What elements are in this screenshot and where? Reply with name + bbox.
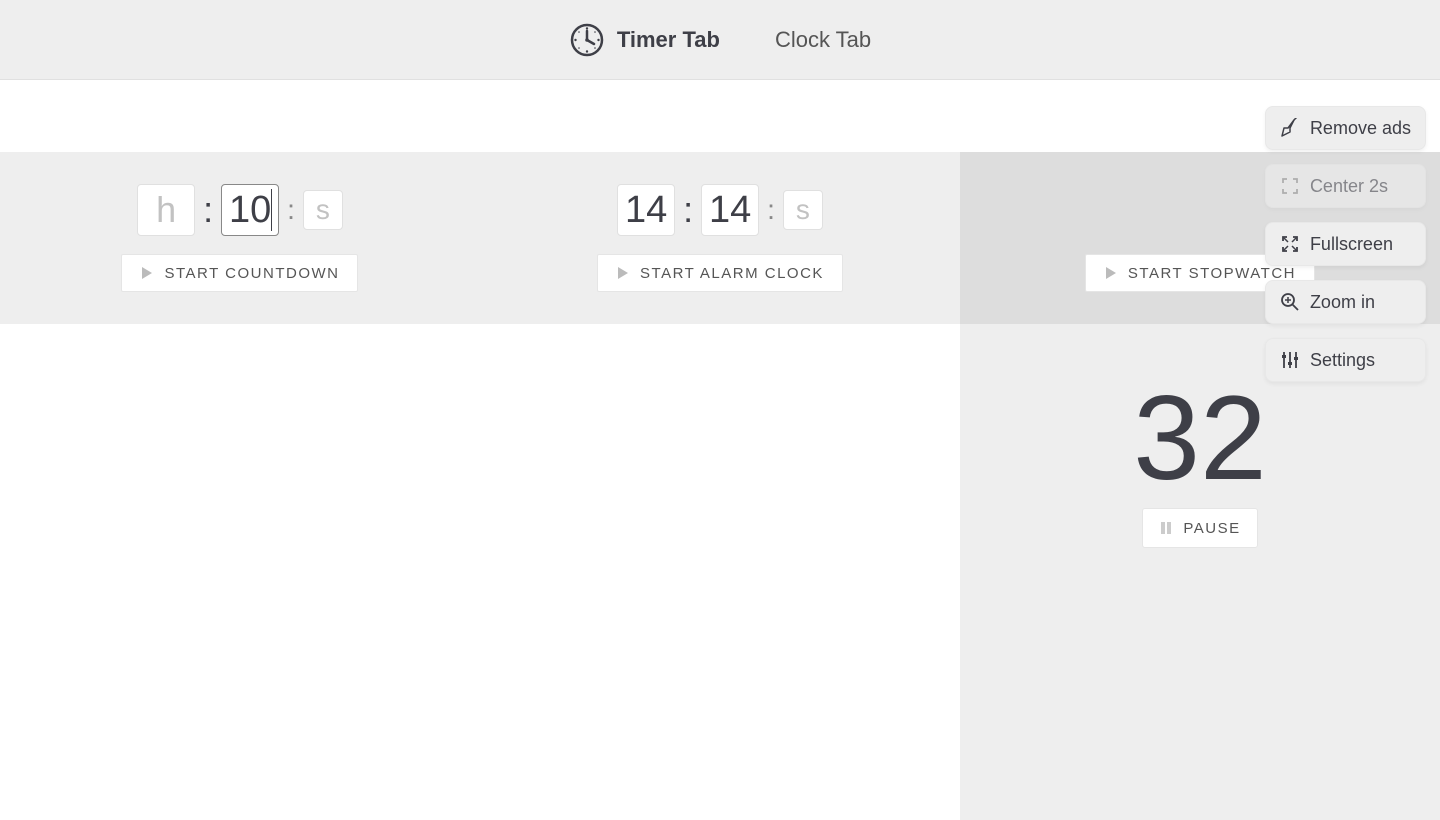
header: Timer Tab Clock Tab bbox=[0, 0, 1440, 80]
alarm-panel: 14 : 14 : s START ALARM CLOCK bbox=[480, 152, 960, 324]
tab-clock-label: Clock Tab bbox=[775, 27, 871, 53]
colon-separator: : bbox=[681, 189, 695, 231]
pause-label: PAUSE bbox=[1183, 520, 1240, 537]
zoom-button[interactable]: Zoom in bbox=[1265, 280, 1426, 324]
alarm-minutes-input[interactable]: 14 bbox=[701, 184, 759, 236]
text-cursor bbox=[271, 189, 272, 231]
fullscreen-label: Fullscreen bbox=[1310, 234, 1393, 255]
play-icon bbox=[616, 266, 630, 280]
tab-timer[interactable]: Timer Tab bbox=[569, 22, 720, 58]
alarm-hours-input[interactable]: 14 bbox=[617, 184, 675, 236]
start-countdown-label: START COUNTDOWN bbox=[164, 265, 339, 282]
colon-separator: : bbox=[765, 194, 777, 226]
pause-icon bbox=[1159, 521, 1173, 535]
center-button[interactable]: Center 2s bbox=[1265, 164, 1426, 208]
center-label: Center 2s bbox=[1310, 176, 1388, 197]
settings-button[interactable]: Settings bbox=[1265, 338, 1426, 382]
countdown-seconds-input[interactable]: s bbox=[303, 190, 343, 230]
countdown-minutes-value: 10 bbox=[229, 189, 271, 232]
fullscreen-icon bbox=[1280, 234, 1300, 254]
colon-separator: : bbox=[201, 189, 215, 231]
stopwatch-elapsed: 32 bbox=[1133, 378, 1266, 498]
start-alarm-label: START ALARM CLOCK bbox=[640, 265, 824, 282]
alarm-seconds-input[interactable]: s bbox=[783, 190, 823, 230]
clock-icon bbox=[569, 22, 605, 58]
colon-separator: : bbox=[285, 194, 297, 226]
tab-timer-label: Timer Tab bbox=[617, 27, 720, 53]
start-alarm-button[interactable]: START ALARM CLOCK bbox=[597, 254, 843, 292]
right-toolbar: Remove ads Center 2s Fullscreen Zoo bbox=[1265, 106, 1426, 382]
fullscreen-button[interactable]: Fullscreen bbox=[1265, 222, 1426, 266]
start-countdown-button[interactable]: START COUNTDOWN bbox=[121, 254, 358, 292]
zoom-in-icon bbox=[1280, 292, 1300, 312]
alarm-inputs: 14 : 14 : s bbox=[617, 184, 823, 236]
countdown-hours-input[interactable]: h bbox=[137, 184, 195, 236]
pause-button[interactable]: PAUSE bbox=[1142, 508, 1257, 548]
zoom-label: Zoom in bbox=[1310, 292, 1375, 313]
broom-icon bbox=[1280, 118, 1300, 138]
countdown-panel: h : 10 : s START COUNTDOWN bbox=[0, 152, 480, 324]
play-icon bbox=[1104, 266, 1118, 280]
center-icon bbox=[1280, 176, 1300, 196]
sliders-icon bbox=[1280, 350, 1300, 370]
countdown-inputs: h : 10 : s bbox=[137, 184, 343, 236]
settings-label: Settings bbox=[1310, 350, 1375, 371]
play-icon bbox=[140, 266, 154, 280]
control-strip: h : 10 : s START COUNTDOWN 14 : bbox=[0, 152, 1440, 324]
tab-clock[interactable]: Clock Tab bbox=[775, 27, 871, 53]
countdown-minutes-input[interactable]: 10 bbox=[221, 184, 279, 236]
remove-ads-button[interactable]: Remove ads bbox=[1265, 106, 1426, 150]
remove-ads-label: Remove ads bbox=[1310, 118, 1411, 139]
